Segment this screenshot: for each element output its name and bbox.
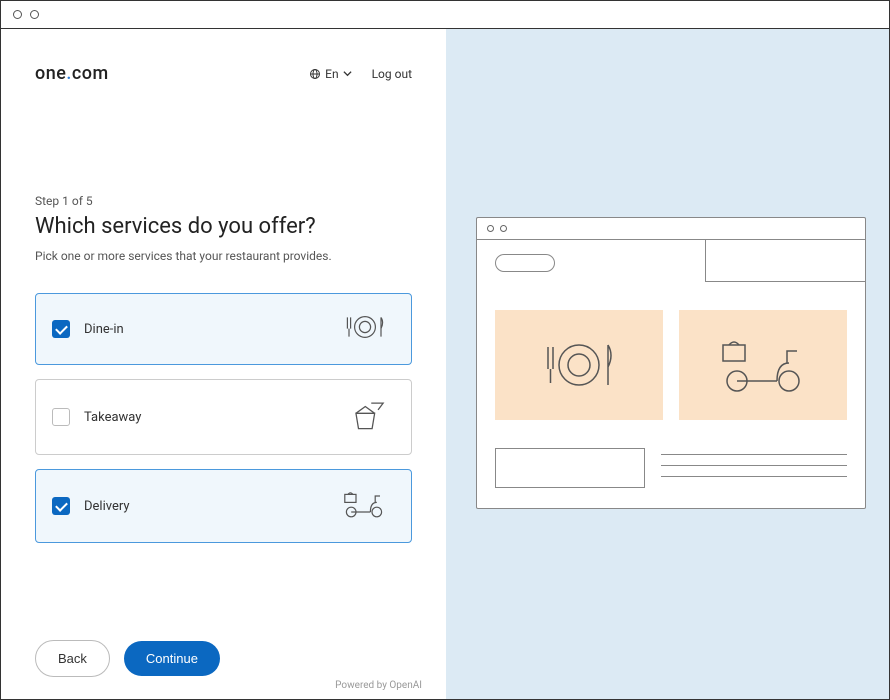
preview-body [477, 240, 865, 508]
preview-block-placeholder [495, 448, 645, 488]
content: one.com En Log out Step 1 of 5 Which ser… [1, 29, 889, 700]
option-label: Takeaway [84, 410, 141, 425]
preview-card-delivery [679, 310, 847, 420]
preview-nav-placeholder [705, 240, 865, 282]
option-label: Dine-in [84, 322, 124, 337]
plate-icon [341, 312, 389, 346]
right-panel [446, 29, 889, 700]
options-list: Dine-in Takeaway [35, 293, 412, 543]
option-label: Delivery [84, 499, 130, 514]
chevron-down-icon [343, 69, 352, 78]
topbar: one.com En Log out [35, 63, 412, 84]
globe-icon [309, 68, 321, 80]
bag-icon [345, 398, 389, 436]
preview-titlebar [477, 218, 865, 240]
scooter-icon [339, 488, 389, 524]
preview-window-control-icon [500, 225, 507, 232]
step-counter: Step 1 of 5 [35, 194, 412, 208]
scooter-icon [713, 333, 813, 397]
brand-part2: com [72, 63, 109, 84]
option-dine-in[interactable]: Dine-in [35, 293, 412, 365]
checkbox-takeaway[interactable] [52, 408, 70, 426]
preview-window-control-icon [487, 225, 494, 232]
page-subtitle: Pick one or more services that your rest… [35, 249, 412, 263]
window-control-icon[interactable] [13, 10, 22, 19]
continue-button[interactable]: Continue [124, 641, 220, 676]
plate-icon [534, 335, 624, 395]
option-delivery[interactable]: Delivery [35, 469, 412, 543]
language-label: En [325, 67, 338, 81]
left-panel: one.com En Log out Step 1 of 5 Which ser… [1, 29, 446, 700]
back-button[interactable]: Back [35, 640, 110, 677]
page-title: Which services do you offer? [35, 214, 412, 239]
wizard-footer: Back Continue [35, 640, 412, 681]
app-window: one.com En Log out Step 1 of 5 Which ser… [0, 0, 890, 700]
logout-link[interactable]: Log out [372, 67, 412, 81]
preview-card-dinein [495, 310, 663, 420]
option-takeaway[interactable]: Takeaway [35, 379, 412, 455]
language-switcher[interactable]: En [309, 67, 351, 81]
window-control-icon[interactable] [30, 10, 39, 19]
brand-part1: one [35, 63, 66, 84]
checkbox-dine-in[interactable] [52, 320, 70, 338]
wizard-step: Step 1 of 5 Which services do you offer?… [35, 194, 412, 263]
site-preview [476, 217, 866, 509]
preview-text-placeholder [661, 448, 847, 477]
brand-logo: one.com [35, 63, 109, 84]
window-titlebar [1, 1, 889, 29]
checkbox-delivery[interactable] [52, 497, 70, 515]
top-links: En Log out [309, 67, 412, 81]
powered-by: Powered by OpenAI [335, 680, 422, 691]
preview-logo-placeholder [495, 254, 555, 272]
